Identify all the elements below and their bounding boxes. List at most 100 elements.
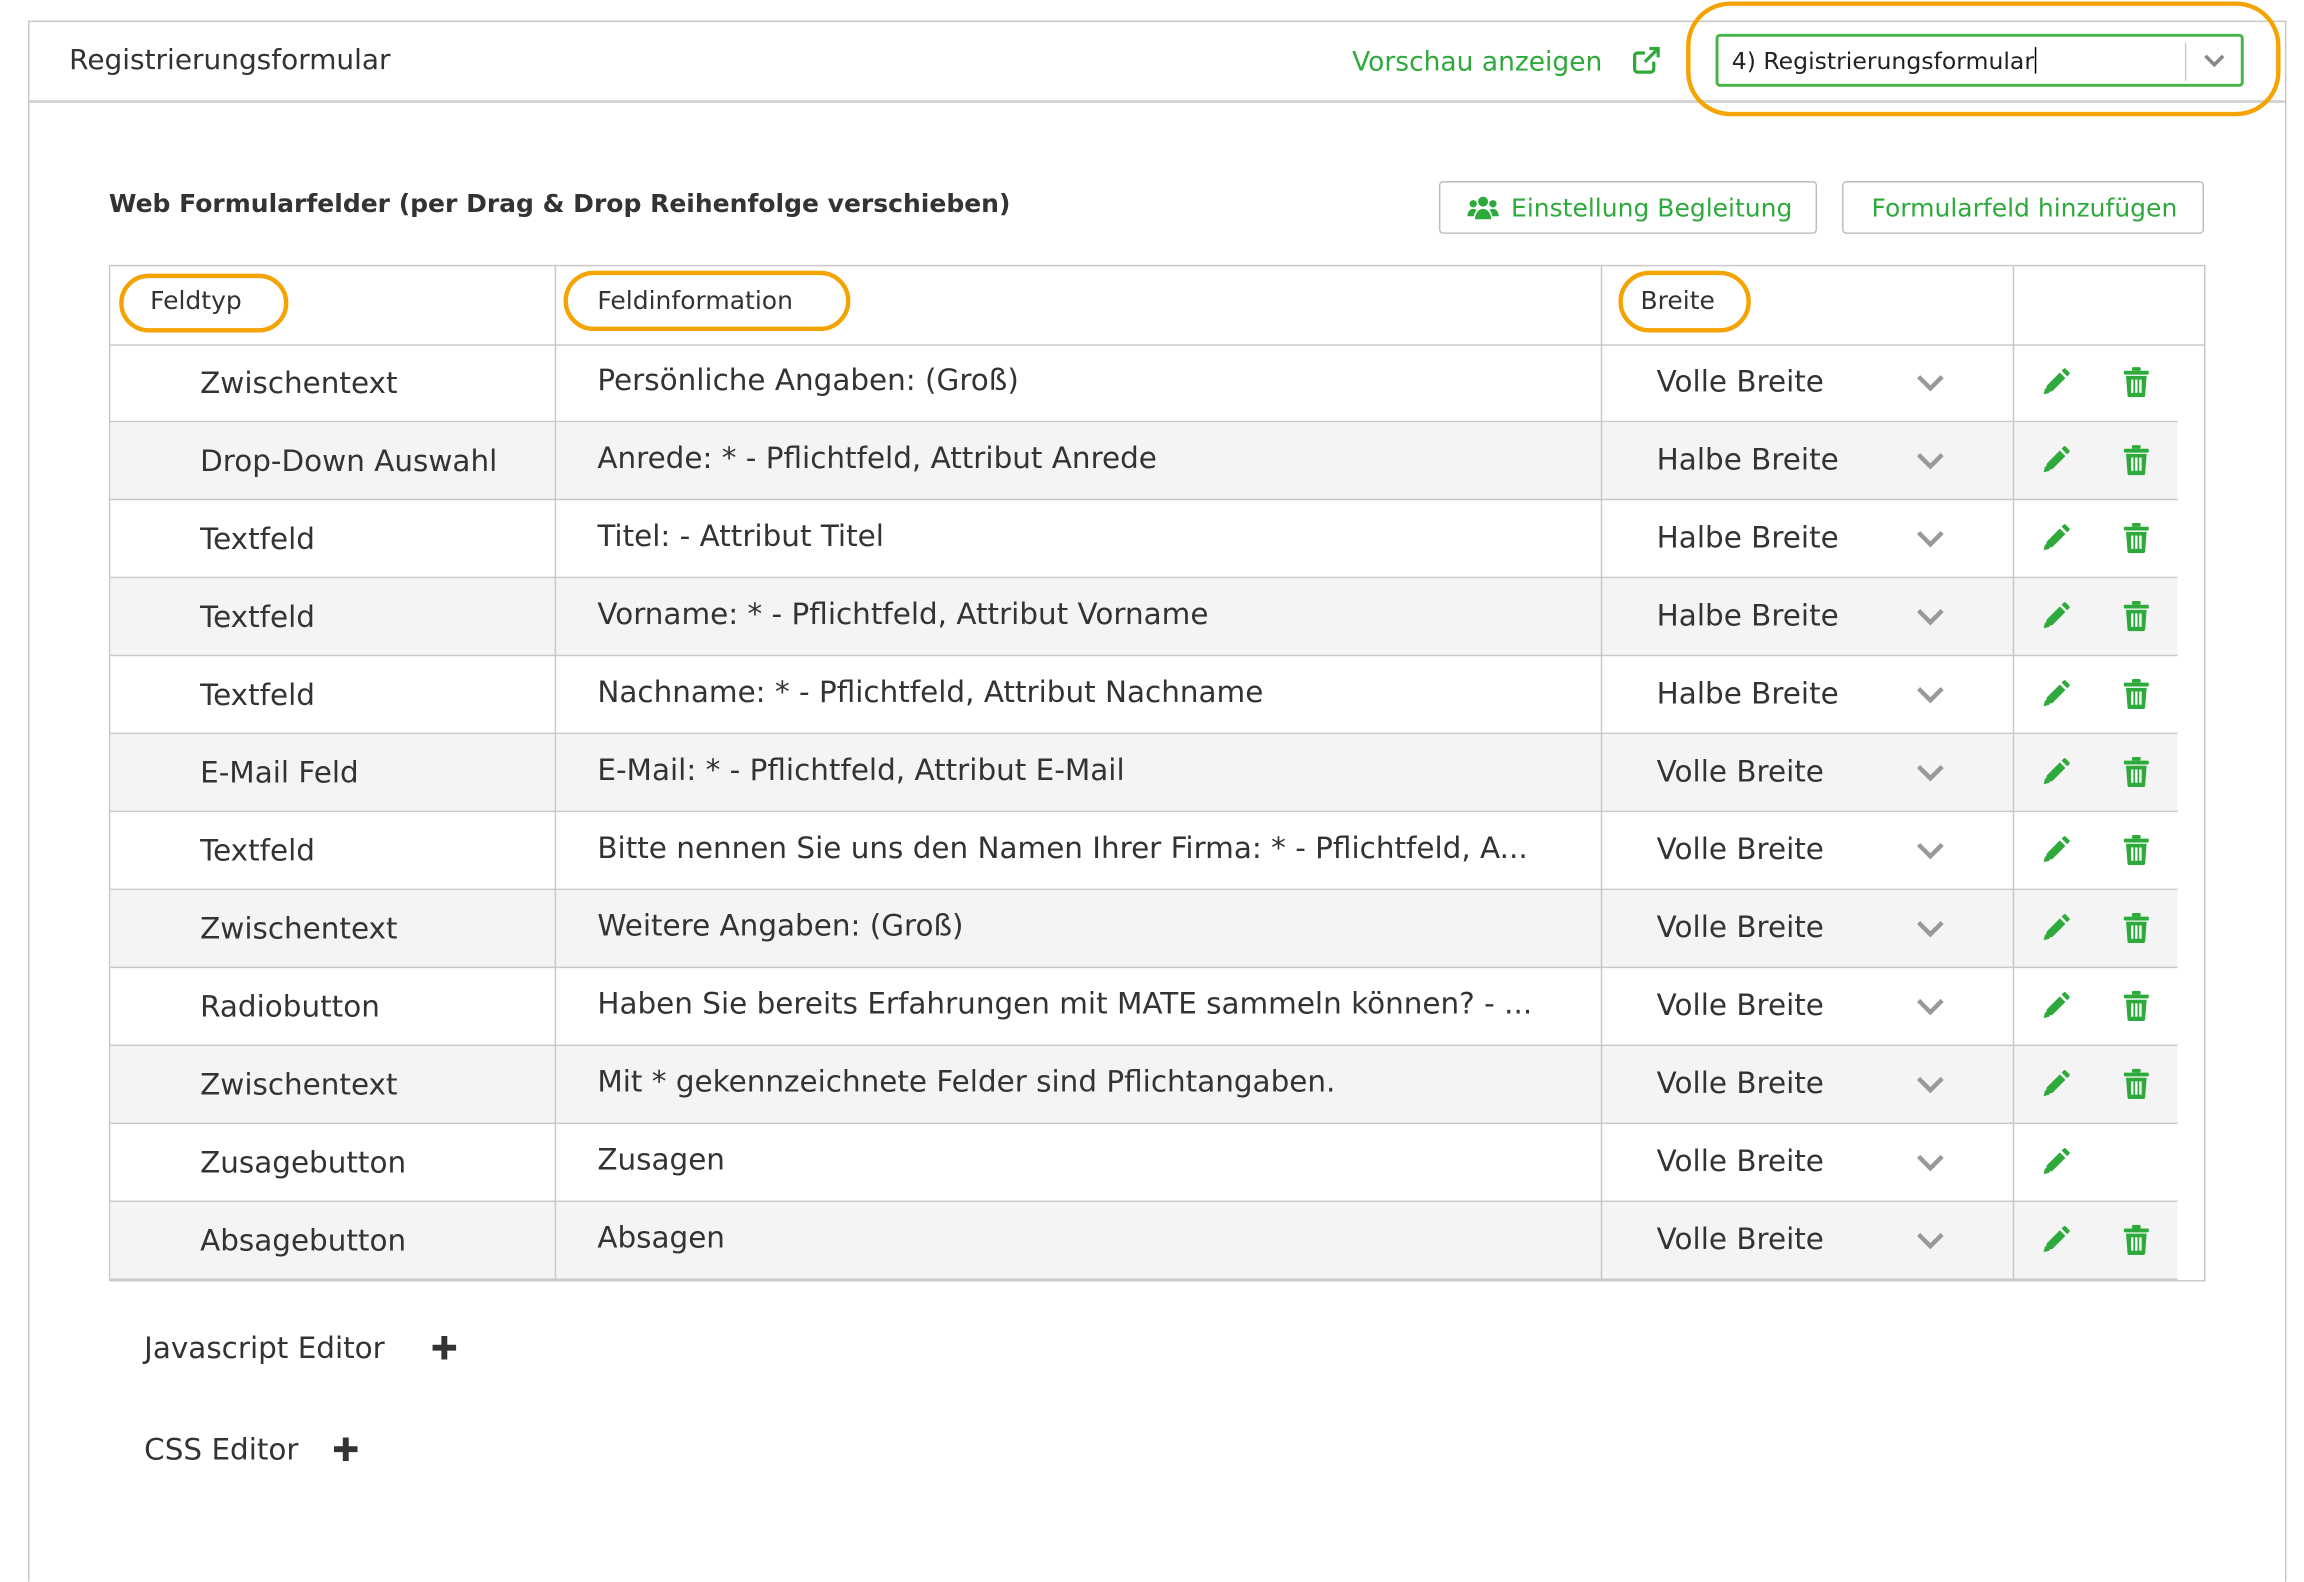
js-editor-label[interactable]: Javascript Editor: [144, 1330, 385, 1365]
chevron-down-icon[interactable]: [1914, 450, 1946, 471]
pencil-icon[interactable]: [2041, 524, 2070, 553]
width-select[interactable]: Volle Breite: [1657, 1221, 1824, 1256]
trash-icon[interactable]: [2123, 912, 2149, 944]
trash-icon[interactable]: [2123, 1224, 2149, 1256]
form-select-value: 4) Registrierungsformular: [1731, 47, 2035, 76]
trash-icon[interactable]: [2123, 366, 2149, 398]
table-row[interactable]: Absagebutton Absagen Volle Breite: [110, 1202, 2178, 1281]
form-select[interactable]: 4) Registrierungsformular: [1715, 33, 2244, 87]
field-info: Absagen: [597, 1219, 725, 1256]
column-header-info: Feldinformation: [597, 286, 793, 317]
trash-icon[interactable]: [2123, 522, 2149, 554]
chevron-down-icon[interactable]: [1914, 1074, 1946, 1095]
external-link-icon[interactable]: [1630, 44, 1662, 76]
pencil-icon[interactable]: [2041, 992, 2070, 1021]
table-row[interactable]: Textfeld Bitte nennen Sie uns den Namen I…: [110, 812, 2178, 891]
form-panel: Registrierungsformular Vorschau anzeigen…: [27, 20, 2287, 1582]
width-select[interactable]: Volle Breite: [1657, 909, 1824, 944]
plus-icon[interactable]: [333, 1436, 359, 1462]
pencil-icon[interactable]: [2041, 1070, 2070, 1099]
width-select[interactable]: Volle Breite: [1657, 1143, 1824, 1178]
field-info: E-Mail: * - Pflichtfeld, Attribut E-Mail: [597, 751, 1125, 788]
field-type: Absagebutton: [200, 1222, 407, 1258]
chevron-down-icon[interactable]: [1914, 1152, 1946, 1173]
trash-icon[interactable]: [2123, 756, 2149, 788]
table-row[interactable]: E-Mail Feld E-Mail: * - Pflichtfeld, Attr…: [110, 734, 2178, 813]
preview-link[interactable]: Vorschau anzeigen: [1352, 47, 1602, 78]
plus-icon[interactable]: [431, 1334, 457, 1360]
trash-icon[interactable]: [2123, 678, 2149, 710]
table-header: Feldtyp Feldinformation Breite: [110, 266, 2205, 346]
table-row[interactable]: Textfeld Nachname: * - Pflichtfeld, Attri…: [110, 656, 2178, 735]
chevron-down-icon[interactable]: [2200, 49, 2229, 73]
css-editor-label[interactable]: CSS Editor: [144, 1432, 298, 1467]
table-row[interactable]: Drop-Down Auswahl Anrede: * - Pflichtfeld…: [110, 422, 2178, 501]
trash-icon[interactable]: [2123, 600, 2149, 632]
pencil-icon[interactable]: [2041, 836, 2070, 865]
field-type: Drop-Down Auswahl: [200, 442, 498, 479]
users-icon: [1467, 196, 1499, 220]
pencil-icon[interactable]: [2041, 680, 2070, 709]
width-select[interactable]: Halbe Breite: [1657, 675, 1839, 710]
width-select[interactable]: Volle Breite: [1657, 987, 1824, 1022]
width-select[interactable]: Volle Breite: [1657, 753, 1824, 788]
companion-settings-button[interactable]: Einstellung Begleitung: [1438, 180, 1818, 234]
field-type: Radiobutton: [200, 988, 380, 1025]
field-type: Zusagebutton: [200, 1144, 407, 1180]
pencil-icon[interactable]: [2041, 602, 2070, 631]
width-select[interactable]: Volle Breite: [1657, 831, 1824, 866]
table-row[interactable]: Zusagebutton Zusagen Volle Breite: [110, 1124, 2178, 1203]
field-info: Weitere Angaben: (Groß): [597, 907, 964, 944]
trash-icon[interactable]: [2123, 834, 2149, 866]
field-info: Mit * gekennzeichnete Felder sind Pflich…: [597, 1063, 1336, 1100]
chevron-down-icon[interactable]: [1914, 840, 1946, 861]
table-row[interactable]: Textfeld Titel: - Attribut Titel Halbe Bre…: [110, 500, 2178, 579]
field-info: Haben Sie bereits Erfahrungen mit MATE s…: [597, 985, 1533, 1022]
trash-icon[interactable]: [2123, 990, 2149, 1022]
pencil-icon[interactable]: [2041, 368, 2070, 397]
chevron-down-icon[interactable]: [1914, 606, 1946, 627]
width-select[interactable]: Halbe Breite: [1657, 597, 1839, 632]
field-type: Textfeld: [200, 676, 315, 713]
chevron-down-icon[interactable]: [1914, 684, 1946, 705]
field-type: Zwischentext: [200, 910, 398, 947]
pencil-icon[interactable]: [2041, 1148, 2070, 1177]
add-form-field-button[interactable]: Formularfeld hinzufügen: [1842, 180, 2205, 234]
chevron-down-icon[interactable]: [1914, 1230, 1946, 1251]
field-info: Nachname: * - Pflichtfeld, Attribut Nach…: [597, 673, 1264, 710]
pencil-icon[interactable]: [2041, 446, 2070, 475]
width-select[interactable]: Volle Breite: [1657, 1065, 1824, 1100]
table-row[interactable]: Radiobutton Haben Sie bereits Erfahrungen…: [110, 968, 2178, 1047]
chevron-down-icon[interactable]: [1914, 528, 1946, 549]
trash-icon[interactable]: [2123, 444, 2149, 476]
table-row[interactable]: Textfeld Vorname: * - Pflichtfeld, Attrib…: [110, 578, 2178, 657]
field-type: Textfeld: [200, 832, 315, 869]
width-select[interactable]: Halbe Breite: [1657, 519, 1839, 554]
pencil-icon[interactable]: [2041, 914, 2070, 943]
stage: Registrierungsformular Vorschau anzeigen…: [0, 0, 2304, 1582]
chevron-down-icon[interactable]: [1914, 996, 1946, 1017]
field-info: Persönliche Angaben: (Groß): [597, 361, 1019, 398]
chevron-down-icon[interactable]: [1914, 372, 1946, 393]
panel-header: Registrierungsformular Vorschau anzeigen…: [29, 22, 2285, 103]
table-row[interactable]: Zwischentext Mit * gekennzeichnete Felder…: [110, 1046, 2178, 1125]
width-select[interactable]: Volle Breite: [1657, 363, 1824, 398]
select-divider: [2184, 42, 2187, 81]
field-type: Zwischentext: [200, 1066, 398, 1103]
width-select[interactable]: Halbe Breite: [1657, 441, 1839, 476]
field-info: Zusagen: [597, 1141, 725, 1178]
table-row[interactable]: Zwischentext Weitere Angaben: (Groß) Volle…: [110, 890, 2178, 969]
text-cursor: [2035, 47, 2037, 74]
pencil-icon[interactable]: [2041, 1226, 2070, 1255]
trash-icon[interactable]: [2123, 1068, 2149, 1100]
field-info: Anrede: * - Pflichtfeld, Attribut Anrede: [597, 439, 1157, 476]
page-title: Registrierungsformular: [69, 44, 391, 77]
pencil-icon[interactable]: [2041, 758, 2070, 787]
table-row[interactable]: Zwischentext Persönliche Angaben: (Groß) V…: [110, 344, 2178, 423]
chevron-down-icon[interactable]: [1914, 918, 1946, 939]
field-info: Titel: - Attribut Titel: [597, 517, 884, 554]
chevron-down-icon[interactable]: [1914, 762, 1946, 783]
column-divider: [1600, 266, 1603, 1281]
column-header-width: Breite: [1640, 286, 1715, 317]
field-type: Zwischentext: [200, 364, 398, 401]
